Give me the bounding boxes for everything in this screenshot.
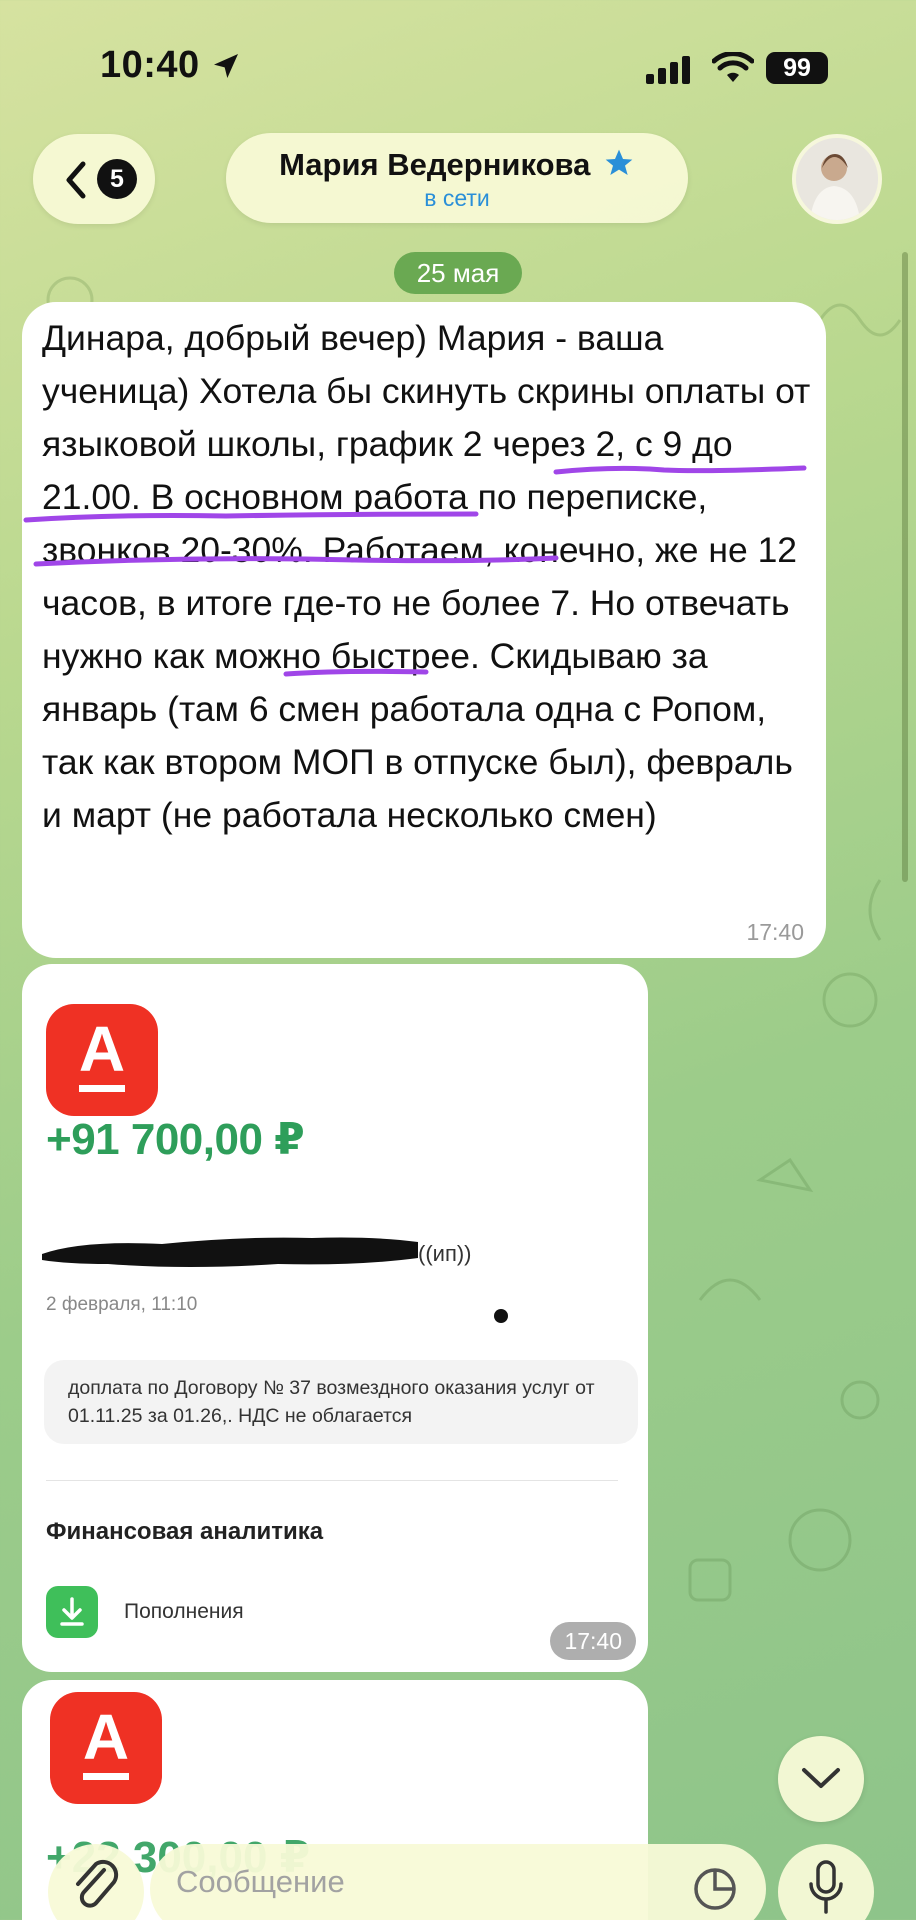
message-bubble[interactable]: Динара, добрый вечер) Мария - ваша учени… [22, 302, 826, 958]
location-arrow-icon [214, 54, 238, 78]
back-button[interactable]: 5 [33, 134, 155, 224]
payment-amount: +91 700,00 ₽ [46, 1115, 305, 1164]
message-time: 17:40 [550, 1622, 636, 1660]
clock: 10:40 [100, 44, 200, 86]
composer: Сообщение [0, 1844, 916, 1920]
microphone-icon [809, 1860, 843, 1914]
attach-button[interactable] [48, 1844, 144, 1920]
bank-logo: А [50, 1692, 162, 1804]
download-icon [46, 1586, 98, 1638]
battery-indicator: 99 [766, 52, 828, 84]
cellular-signal-icon [646, 56, 690, 84]
payment-purpose: доплата по Договору № 37 возмездного ока… [44, 1360, 638, 1444]
message-input[interactable]: Сообщение [150, 1844, 766, 1920]
status-bar: 10:40 99 [0, 0, 916, 130]
microphone-button[interactable] [778, 1844, 874, 1920]
divider [46, 1480, 618, 1481]
scroll-to-bottom-button[interactable] [778, 1736, 864, 1822]
payment-date: 2 февраля, 11:10 [46, 1294, 198, 1315]
paperclip-icon [76, 1859, 119, 1908]
star-icon [605, 149, 633, 175]
redaction-scribble [42, 1237, 418, 1267]
date-separator: 25 мая [394, 252, 522, 294]
avatar[interactable] [792, 134, 882, 224]
wifi-icon [712, 52, 754, 82]
chat-title[interactable]: Мария Ведерникова в сети [226, 133, 688, 223]
contact-status: в сети [424, 185, 490, 211]
message-placeholder: Сообщение [176, 1864, 345, 1899]
image-message[interactable]: А +91 700,00 ₽ ((ип)) 2 февраля, 11:10 д… [22, 964, 648, 1672]
scrollbar[interactable] [902, 252, 908, 882]
message-text: Динара, добрый вечер) Мария - ваша учени… [42, 318, 811, 835]
section-title: Финансовая аналитика [46, 1518, 324, 1545]
message-time: 17:40 [746, 919, 804, 945]
ink-dot [494, 1309, 508, 1323]
recipient-name: ((ип)) [418, 1241, 472, 1266]
contact-name: Мария Ведерникова [279, 147, 591, 182]
avatar-photo [796, 138, 878, 220]
chevron-left-icon [66, 161, 86, 199]
chevron-down-icon [802, 1768, 840, 1788]
bank-logo: А [46, 1004, 158, 1116]
sticker-icon[interactable] [692, 1866, 738, 1912]
unread-count-badge: 5 [97, 159, 137, 199]
category-label: Пополнения [124, 1600, 244, 1623]
